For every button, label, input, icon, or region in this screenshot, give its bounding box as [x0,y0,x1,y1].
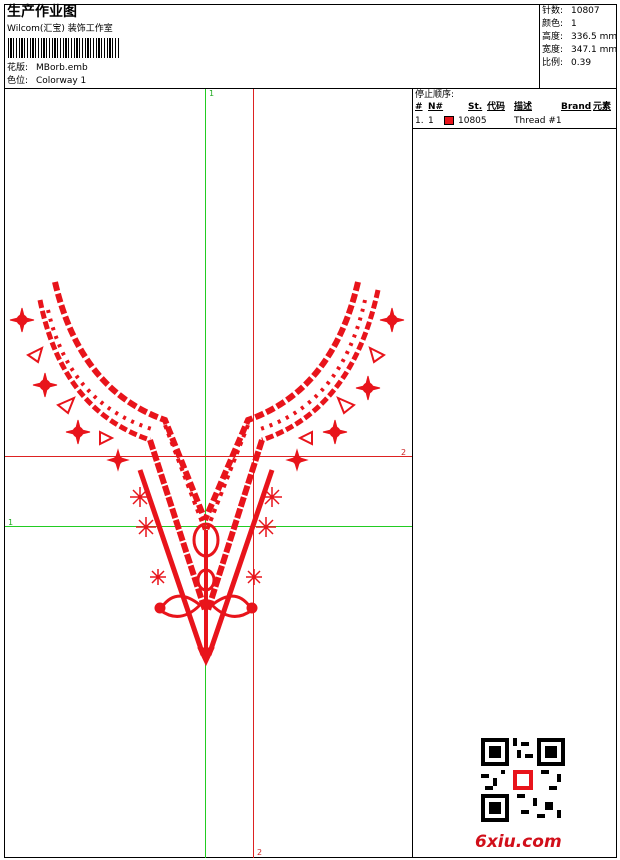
qr-code [481,738,565,822]
embroidery-neckline [9,281,405,667]
watermark-logo: 6xiu.com [475,832,562,852]
guide-label-green-top: 1 [209,89,214,98]
design-canvas: 1 1 2 2 [5,89,412,858]
guide-label-red-bottom: 2 [257,848,262,857]
guide-label-green-left: 1 [8,518,13,527]
guide-label-red-right: 2 [401,448,406,457]
